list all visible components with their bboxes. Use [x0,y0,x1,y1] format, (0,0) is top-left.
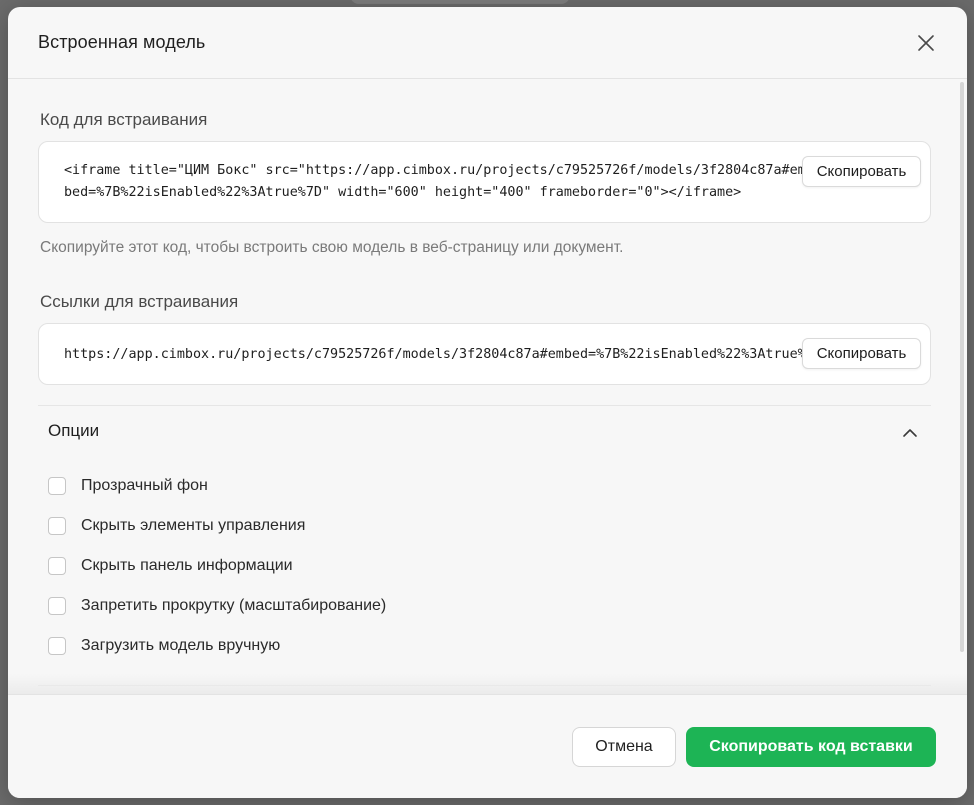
option-manual-load[interactable]: Загрузить модель вручную [48,635,280,657]
options-divider-top [38,405,931,406]
dialog-header: Встроенная модель [8,7,967,79]
copy-embed-code-button[interactable]: Скопировать [802,156,921,187]
checkbox[interactable] [48,477,66,495]
option-label: Скрыть панель информации [81,557,293,574]
scroll-fade [8,674,967,694]
dialog-title: Встроенная модель [38,32,206,52]
option-label: Запретить прокрутку (масштабирование) [81,597,387,614]
embed-code-hint: Скопируйте этот код, чтобы встроить свою… [40,239,624,256]
option-hide-info-panel[interactable]: Скрыть панель информации [48,555,293,577]
background-element [350,0,570,4]
option-disable-scroll[interactable]: Запретить прокрутку (масштабирование) [48,595,386,617]
option-label: Скрыть элементы управления [81,517,306,534]
embed-link-label: Ссылки для встраивания [40,292,239,311]
checkbox[interactable] [48,597,66,615]
option-hide-controls[interactable]: Скрыть элементы управления [48,515,305,537]
checkbox[interactable] [48,557,66,575]
embed-code-line-2: bed=%7B%22isEnabled%22%3Atrue%7D" width=… [64,185,742,200]
checkbox[interactable] [48,637,66,655]
embed-link-box[interactable]: https://app.cimbox.ru/projects/c79525726… [38,323,931,385]
close-icon [918,35,934,51]
option-label: Прозрачный фон [81,477,208,494]
embed-code-line-1: <iframe title="ЦИМ Бокс" src="https://ap… [64,163,809,178]
scrollbar[interactable] [960,82,964,652]
close-button[interactable] [912,29,940,57]
embed-code-label: Код для встраивания [40,110,208,129]
embed-link-url: https://app.cimbox.ru/projects/c79525726… [64,347,809,362]
copy-embed-code-primary-button[interactable]: Скопировать код вставки [686,727,936,767]
chevron-up-icon[interactable] [901,424,919,442]
embed-code-box[interactable]: <iframe title="ЦИМ Бокс" src="https://ap… [38,141,931,223]
dialog-footer: Отмена Скопировать код вставки [8,694,967,798]
cancel-button[interactable]: Отмена [572,727,676,767]
copy-embed-link-button[interactable]: Скопировать [802,338,921,369]
checkbox[interactable] [48,517,66,535]
embed-model-dialog: Встроенная модель Код для встраивания <i… [8,7,967,798]
options-title: Опции [48,421,100,440]
option-transparent-background[interactable]: Прозрачный фон [48,475,208,497]
option-label: Загрузить модель вручную [81,637,281,654]
dialog-body: Код для встраивания <iframe title="ЦИМ Б… [8,79,967,694]
